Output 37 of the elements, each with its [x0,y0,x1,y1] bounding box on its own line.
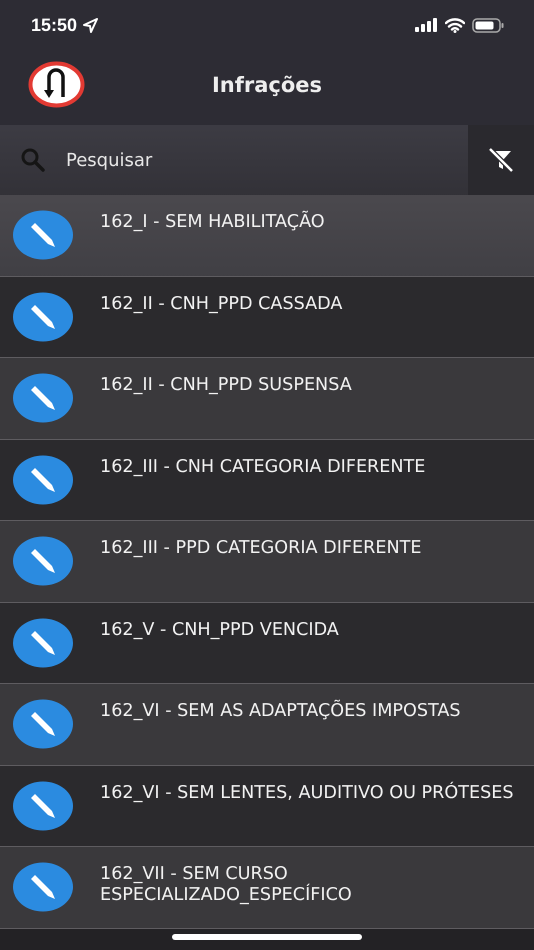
edit-pencil-icon[interactable] [12,373,74,423]
edit-pencil-icon[interactable] [12,699,74,749]
screen-title: Infrações [212,72,322,99]
infraction-row[interactable]: 162_III - PPD CATEGORIA DIFERENTE [0,521,534,602]
infraction-row[interactable]: 162_VI - SEM LENTES, AUDITIVO OU PRÓTESES [0,766,534,847]
infraction-label: 162_V - CNH_PPD VENCIDA [100,620,339,642]
infraction-label: 162_VII - SEM CURSO ESPECIALIZADO_ESPECÍFICO [100,864,353,908]
edit-pencil-icon[interactable] [12,780,74,830]
infraction-row[interactable]: 162_VII - SEM CURSO ESPECIALIZADO_ESPECÍFICO [0,847,534,928]
infraction-label: 162_III - PPD CATEGORIA DIFERENTE [100,538,422,560]
search-icon [20,147,46,173]
infraction-row[interactable]: 162_III - CNH CATEGORIA DIFERENTE [0,440,534,521]
edit-pencil-icon[interactable] [12,454,74,504]
edit-pencil-icon[interactable] [12,292,74,342]
wifi-icon [445,18,465,32]
edit-pencil-icon[interactable] [12,862,74,912]
infraction-row[interactable]: 162_II - CNH_PPD CASSADA [0,276,534,358]
infraction-row[interactable]: 162_I - SEM HABILITAÇÃO [0,195,534,276]
edit-pencil-icon[interactable] [12,618,74,668]
infraction-label: 162_II - CNH_PPD SUSPENSA [100,375,352,397]
location-arrow-icon [83,18,98,32]
battery-icon [472,18,504,32]
infraction-label: 162_VI - SEM AS ADAPTAÇÕES IMPOSTAS [100,701,461,723]
search-field[interactable]: Pesquisar [0,125,468,195]
u-turn-sign-icon[interactable] [28,61,85,108]
signal-icon [415,18,438,32]
infraction-label: 162_VI - SEM LENTES, AUDITIVO OU PRÓTESES [100,782,514,804]
infraction-row[interactable]: 162_V - CNH_PPD VENCIDA [0,602,534,684]
infraction-label: 162_II - CNH_PPD CASSADA [100,294,342,316]
edit-pencil-icon[interactable] [12,536,74,586]
status-time: 15:50 [31,14,78,36]
infraction-label: 162_I - SEM HABILITAÇÃO [100,212,325,234]
infraction-row[interactable]: 162_II - CNH_PPD SUSPENSA [0,358,534,440]
filter-off-icon[interactable] [487,147,515,173]
edit-pencil-icon[interactable] [12,210,74,260]
infraction-row[interactable]: 162_VI - SEM AS ADAPTAÇÕES IMPOSTAS [0,684,534,766]
infraction-label: 162_III - CNH CATEGORIA DIFERENTE [100,456,426,478]
